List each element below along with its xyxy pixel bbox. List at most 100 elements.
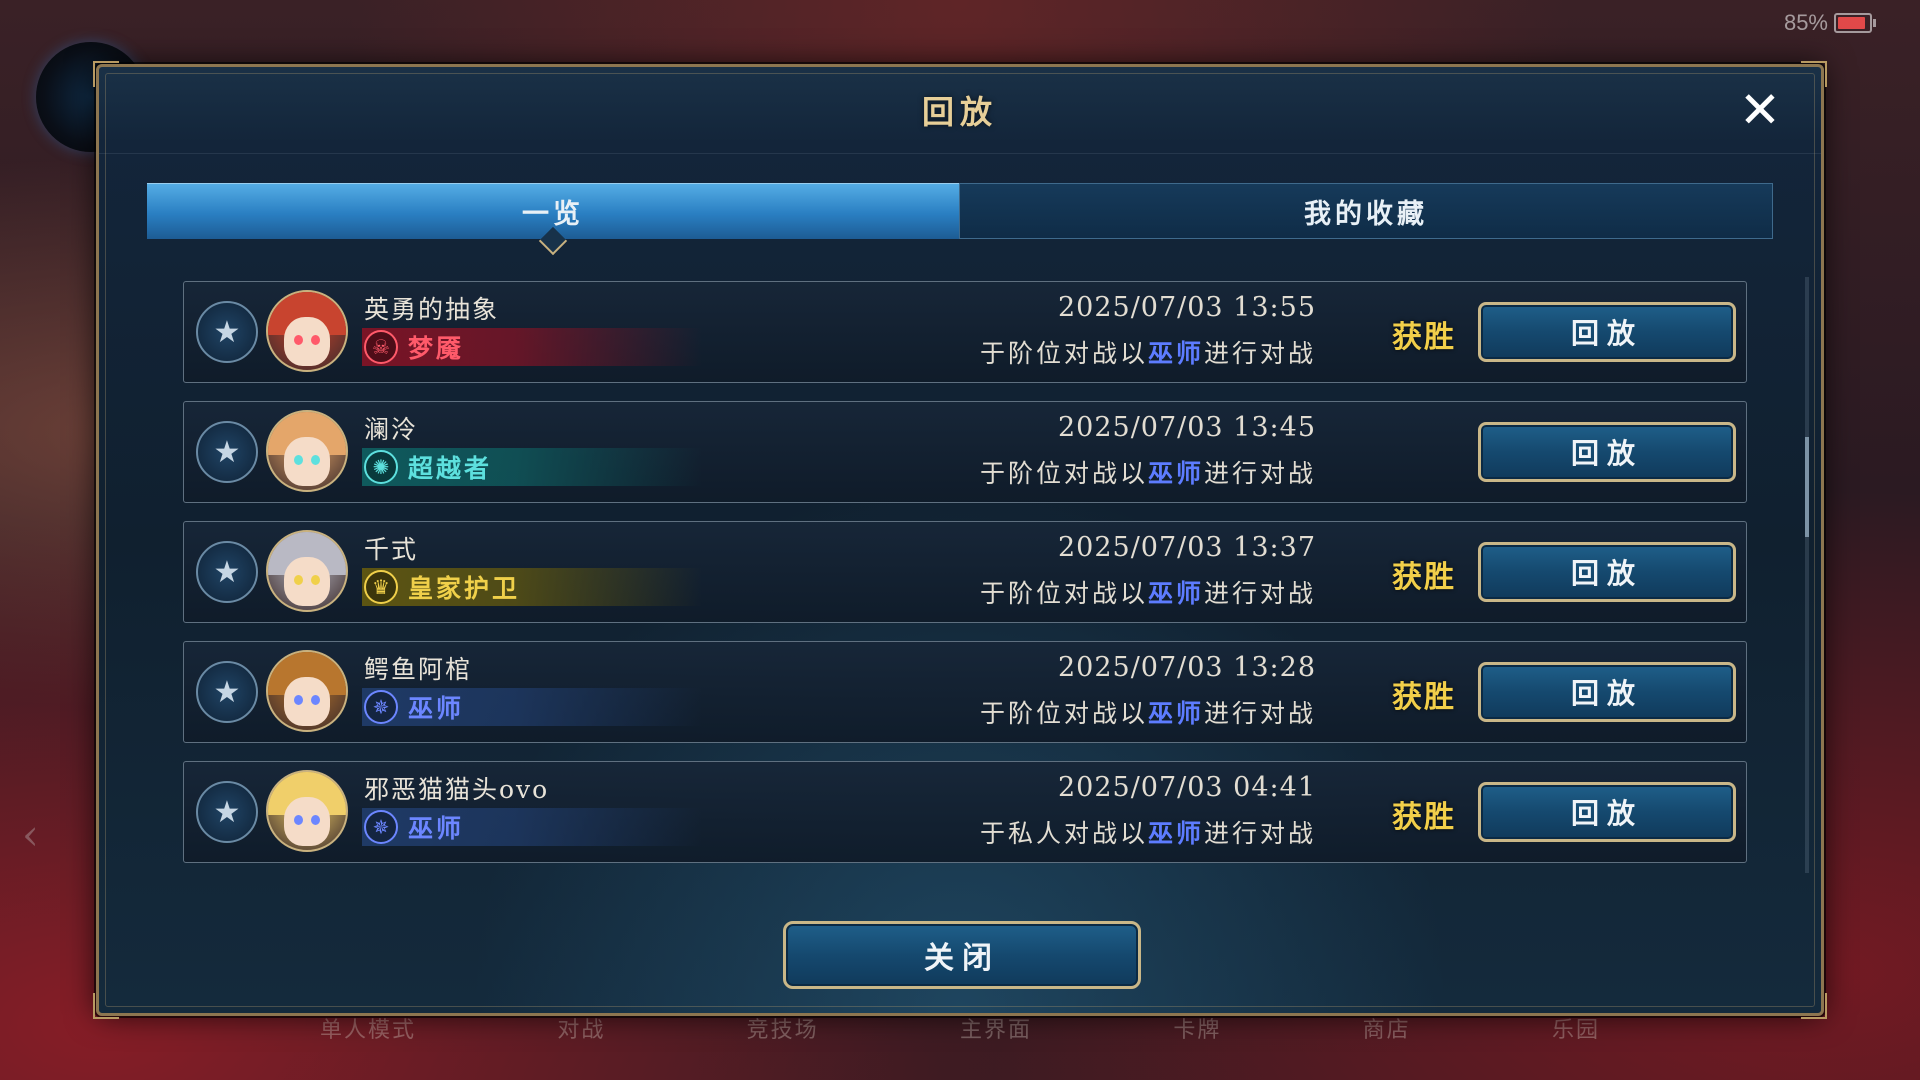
battle-description: 于私人对战以巫师进行对战	[980, 814, 1316, 850]
runecraft-icon: ✵	[364, 810, 398, 844]
result-badge: 获胜	[1392, 560, 1456, 595]
replay-dialog: 回放 ✕ 一览 我的收藏 ★ 英勇的抽象 ☠ 梦魇 2025/07/03 13:…	[93, 61, 1827, 1019]
frame-corner	[1801, 993, 1827, 1019]
nav-item: 对战	[557, 1018, 606, 1043]
replay-row: ★ 英勇的抽象 ☠ 梦魇 2025/07/03 13:55 于阶位对战以巫师进行…	[183, 281, 1747, 383]
used-class-text: 巫师	[1147, 699, 1204, 728]
battle-description: 于阶位对战以巫师进行对战	[980, 574, 1316, 610]
player-name: 英勇的抽象	[364, 295, 500, 324]
player-name: 澜泠	[364, 415, 419, 444]
chevron-left-icon: ‹	[22, 810, 39, 859]
avatar-face	[283, 316, 331, 367]
class-label: 皇家护卫	[408, 574, 521, 603]
result-badge: 获胜	[1392, 320, 1456, 355]
replay-row: ★ 鳄鱼阿棺 ✵ 巫师 2025/07/03 13:28 于阶位对战以巫师进行对…	[183, 641, 1747, 743]
tab-overview[interactable]: 一览	[147, 183, 959, 239]
avatar	[266, 650, 348, 732]
replay-button[interactable]: 回放	[1478, 422, 1736, 482]
nav-item: 商店	[1362, 1018, 1411, 1043]
transcendent-icon: ✺	[364, 450, 398, 484]
scroll-thumb[interactable]	[1805, 437, 1809, 537]
avatar-eye	[293, 454, 303, 465]
avatar-face	[283, 556, 331, 607]
battle-mode-text: 于阶位对战以	[979, 459, 1148, 488]
class-badge: ✺ 超越者	[362, 448, 702, 486]
favorite-bookmark-icon[interactable]: ★	[196, 421, 258, 483]
battle-suffix-text: 进行对战	[1203, 459, 1316, 488]
battle-suffix-text: 进行对战	[1203, 579, 1316, 608]
nav-item: 卡牌	[1173, 1018, 1222, 1043]
battle-suffix-text: 进行对战	[1203, 339, 1316, 368]
replay-button-label: 回放	[1570, 317, 1643, 350]
class-badge: ✵ 巫师	[362, 688, 702, 726]
avatar	[266, 410, 348, 492]
player-name: 鳄鱼阿棺	[364, 655, 473, 684]
avatar-eye	[293, 814, 303, 825]
nav-item: 竞技场	[746, 1018, 819, 1043]
avatar-face	[283, 796, 331, 847]
nav-item: 主界面	[959, 1018, 1032, 1043]
avatar-eye	[293, 694, 303, 705]
favorite-bookmark-icon[interactable]: ★	[196, 661, 258, 723]
replay-button[interactable]: 回放	[1478, 782, 1736, 842]
tab-label: 我的收藏	[1304, 198, 1428, 230]
class-label: 巫师	[408, 694, 465, 723]
close-button-label: 关闭	[924, 941, 1000, 976]
avatar-eye	[293, 334, 303, 345]
scrollbar[interactable]	[1805, 277, 1809, 873]
battle-timestamp: 2025/07/03 04:41	[1057, 772, 1316, 803]
replay-button-label: 回放	[1570, 437, 1643, 470]
nav-item: 单人模式	[320, 1018, 417, 1043]
favorite-bookmark-icon[interactable]: ★	[196, 781, 258, 843]
battery-percent: 85%	[1783, 10, 1828, 35]
replay-button[interactable]: 回放	[1478, 302, 1736, 362]
avatar-eye	[293, 574, 303, 585]
class-badge: ♛ 皇家护卫	[362, 568, 702, 606]
tab-bar: 一览 我的收藏	[147, 183, 1773, 239]
class-badge: ☠ 梦魇	[362, 328, 702, 366]
favorite-bookmark-icon[interactable]: ★	[196, 541, 258, 603]
replay-row: ★ 邪恶猫猫头ovo ✵ 巫师 2025/07/03 04:41 于私人对战以巫…	[183, 761, 1747, 863]
used-class-text: 巫师	[1147, 459, 1204, 488]
battery-icon	[1834, 13, 1876, 33]
battle-description: 于阶位对战以巫师进行对战	[980, 694, 1316, 730]
used-class-text: 巫师	[1147, 339, 1204, 368]
dialog-header: 回放 ✕	[99, 67, 1821, 154]
battle-mode-text: 于阶位对战以	[979, 699, 1148, 728]
avatar-face	[283, 436, 331, 487]
frame-corner	[93, 993, 119, 1019]
close-icon[interactable]: ✕	[1735, 85, 1785, 135]
avatar-face	[283, 676, 331, 727]
tab-favorites[interactable]: 我的收藏	[959, 183, 1773, 239]
avatar	[266, 530, 348, 612]
favorite-bookmark-icon[interactable]: ★	[196, 301, 258, 363]
player-name: 邪恶猫猫头ovo	[364, 775, 550, 804]
class-label: 巫师	[408, 814, 465, 843]
close-button[interactable]: 关闭	[783, 921, 1141, 989]
player-name: 千式	[364, 535, 419, 564]
replay-row: ★ 千式 ♛ 皇家护卫 2025/07/03 13:37 于阶位对战以巫师进行对…	[183, 521, 1747, 623]
result-badge: 获胜	[1392, 680, 1456, 715]
dialog-title: 回放	[921, 93, 998, 131]
used-class-text: 巫师	[1147, 579, 1204, 608]
class-label: 超越者	[408, 454, 493, 483]
replay-button[interactable]: 回放	[1478, 662, 1736, 722]
battle-mode-text: 于阶位对战以	[979, 579, 1148, 608]
tab-label: 一览	[522, 198, 584, 230]
background-nav: 单人模式 对战 竞技场 主界面 卡牌 商店 乐园	[320, 1012, 1600, 1044]
replay-button[interactable]: 回放	[1478, 542, 1736, 602]
battle-suffix-text: 进行对战	[1203, 699, 1316, 728]
crown-icon: ♛	[364, 570, 398, 604]
battle-description: 于阶位对战以巫师进行对战	[980, 334, 1316, 370]
result-badge: 获胜	[1392, 800, 1456, 835]
replay-button-label: 回放	[1570, 797, 1643, 830]
battle-timestamp: 2025/07/03 13:55	[1057, 292, 1316, 323]
replay-list: ★ 英勇的抽象 ☠ 梦魇 2025/07/03 13:55 于阶位对战以巫师进行…	[183, 281, 1747, 863]
battle-suffix-text: 进行对战	[1203, 819, 1316, 848]
used-class-text: 巫师	[1147, 819, 1204, 848]
class-label: 梦魇	[408, 334, 465, 363]
battle-timestamp: 2025/07/03 13:37	[1057, 532, 1316, 563]
replay-button-label: 回放	[1570, 677, 1643, 710]
replay-row: ★ 澜泠 ✺ 超越者 2025/07/03 13:45 于阶位对战以巫师进行对战…	[183, 401, 1747, 503]
battle-description: 于阶位对战以巫师进行对战	[980, 454, 1316, 490]
